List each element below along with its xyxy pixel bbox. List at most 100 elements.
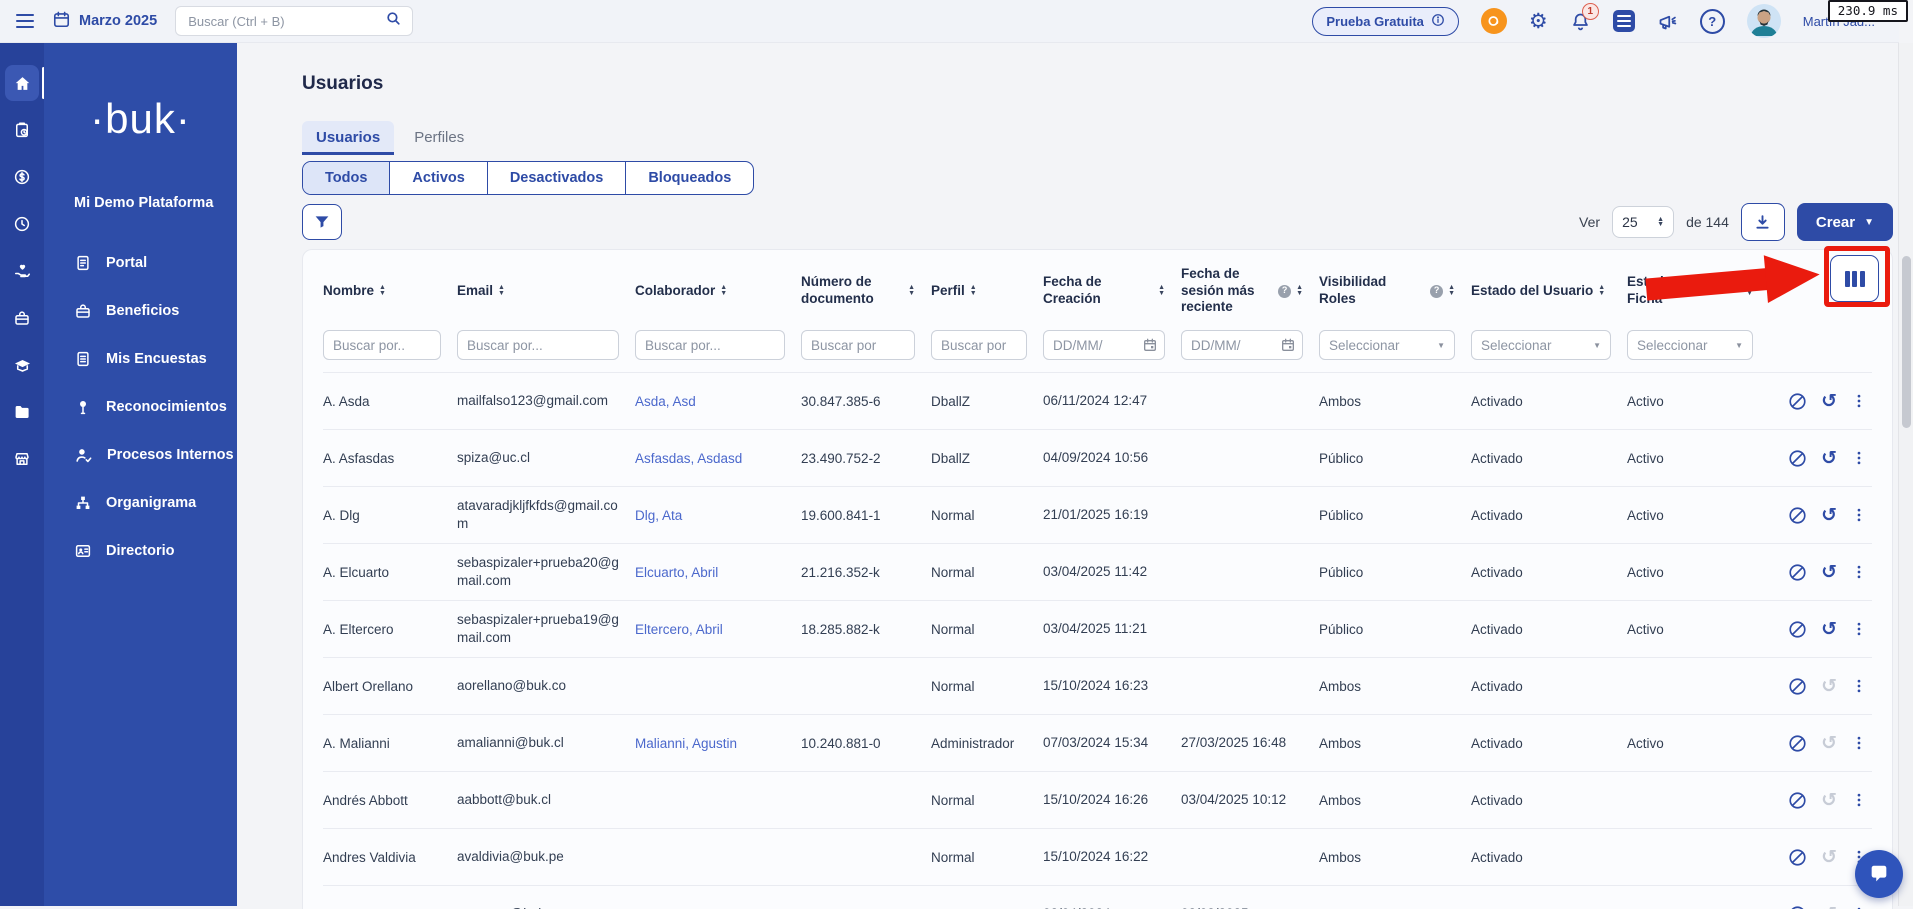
search-icon[interactable]: [385, 10, 402, 32]
period-selector[interactable]: Marzo 2025: [52, 10, 157, 33]
kebab-menu-icon[interactable]: [1850, 791, 1868, 809]
kebab-menu-icon[interactable]: [1850, 392, 1868, 410]
sort-icon[interactable]: ▲▼: [970, 285, 977, 297]
rail-item-store-icon[interactable]: [5, 441, 39, 477]
sidebar-item-beneficios[interactable]: Beneficios: [44, 287, 237, 335]
tab-perfiles[interactable]: Perfiles: [400, 121, 478, 155]
gear-icon[interactable]: ⚙: [1529, 11, 1548, 32]
kebab-menu-icon[interactable]: [1850, 563, 1868, 581]
sort-icon[interactable]: ▲▼: [720, 285, 727, 297]
collaborator-link[interactable]: Malianni, Agustin: [635, 736, 737, 751]
filter-select-estado_ficha[interactable]: Seleccionar ▼: [1627, 330, 1753, 360]
segment-desactivados[interactable]: Desactivados: [487, 162, 626, 194]
kebab-menu-icon[interactable]: [1850, 734, 1868, 752]
block-user-icon[interactable]: [1787, 448, 1808, 469]
block-user-icon[interactable]: [1787, 676, 1808, 697]
sort-icon[interactable]: ▲▼: [379, 285, 386, 297]
column-header-visibilidad[interactable]: Visibilidad Roles?▲▼: [1319, 274, 1455, 308]
block-user-icon[interactable]: [1787, 505, 1808, 526]
column-header-nombre[interactable]: Nombre▲▼: [323, 283, 441, 300]
column-header-perfil[interactable]: Perfil▲▼: [931, 283, 1027, 300]
block-user-icon[interactable]: [1787, 904, 1808, 909]
rail-item-hand-heart-icon[interactable]: [5, 253, 39, 289]
filter-input-perfil[interactable]: [931, 330, 1027, 360]
sort-icon[interactable]: ▲▼: [1598, 285, 1605, 297]
filter-input-documento[interactable]: [801, 330, 915, 360]
notifications-bell-icon[interactable]: 1: [1570, 11, 1591, 32]
collaborator-link[interactable]: Elcuarto, Abril: [635, 565, 718, 580]
kebab-menu-icon[interactable]: [1850, 677, 1868, 695]
sidebar-item-mis-encuestas[interactable]: Mis Encuestas: [44, 335, 237, 383]
collaborator-link[interactable]: Dlg, Ata: [635, 508, 682, 523]
trial-badge[interactable]: Prueba Gratuita: [1312, 7, 1459, 36]
collaborator-link[interactable]: Asfasdas, Asdasd: [635, 451, 742, 466]
column-settings-button[interactable]: [1830, 255, 1879, 302]
rail-item-education-icon[interactable]: [5, 347, 39, 383]
collaborator-link[interactable]: Asda, Asd: [635, 394, 696, 409]
block-user-icon[interactable]: [1787, 619, 1808, 640]
column-header-colaborador[interactable]: Colaborador▲▼: [635, 283, 785, 300]
changelog-icon[interactable]: [1613, 10, 1635, 32]
segment-todos[interactable]: Todos: [303, 162, 389, 194]
search-input[interactable]: [186, 13, 377, 30]
filter-input-nombre[interactable]: [323, 330, 441, 360]
rail-item-dollar-icon[interactable]: [5, 159, 39, 195]
column-header-estado_usuario[interactable]: Estado del Usuario▲▼: [1471, 283, 1611, 300]
column-header-email[interactable]: Email▲▼: [457, 283, 619, 300]
reset-password-icon[interactable]: ↺: [1821, 449, 1837, 468]
help-icon[interactable]: ?: [1700, 9, 1725, 34]
block-user-icon[interactable]: [1787, 562, 1808, 583]
hamburger-menu-icon[interactable]: [16, 14, 34, 29]
reset-password-icon[interactable]: ↺: [1821, 392, 1837, 411]
reset-password-icon[interactable]: ↺: [1821, 620, 1837, 639]
sidebar-item-reconocimientos[interactable]: Reconocimientos: [44, 383, 237, 431]
megaphone-icon[interactable]: [1657, 11, 1678, 32]
scrollbar-thumb[interactable]: [1902, 256, 1911, 428]
create-button[interactable]: Crear ▼: [1797, 203, 1893, 241]
tab-usuarios[interactable]: Usuarios: [302, 121, 394, 155]
rail-item-clock-icon[interactable]: [5, 206, 39, 242]
sort-icon[interactable]: ▲▼: [1158, 285, 1165, 297]
download-button[interactable]: [1741, 203, 1785, 241]
chat-bubble-button[interactable]: [1855, 850, 1903, 898]
assistant-icon[interactable]: [1481, 8, 1507, 34]
avatar[interactable]: [1747, 4, 1781, 38]
column-header-sesion[interactable]: Fecha de sesión más reciente?▲▼: [1181, 266, 1303, 317]
sort-icon[interactable]: ▲▼: [1448, 285, 1455, 297]
filter-input-colaborador[interactable]: [635, 330, 785, 360]
segment-activos[interactable]: Activos: [389, 162, 486, 194]
reset-password-icon[interactable]: ↺: [1821, 506, 1837, 525]
sort-icon[interactable]: ▲▼: [908, 285, 915, 297]
block-user-icon[interactable]: [1787, 391, 1808, 412]
global-search[interactable]: [175, 6, 413, 36]
rail-item-clipboard-clock-icon[interactable]: [5, 112, 39, 148]
scrollbar-track[interactable]: [1898, 43, 1913, 906]
filter-select-visibilidad[interactable]: Seleccionar ▼: [1319, 330, 1455, 360]
segment-bloqueados[interactable]: Bloqueados: [625, 162, 753, 194]
kebab-menu-icon[interactable]: [1850, 620, 1868, 638]
filter-select-estado_usuario[interactable]: Seleccionar ▼: [1471, 330, 1611, 360]
sort-icon[interactable]: ▲▼: [1296, 285, 1303, 297]
block-user-icon[interactable]: [1787, 733, 1808, 754]
sidebar-item-procesos-internos[interactable]: Procesos Internos: [44, 431, 237, 479]
rail-item-home-icon[interactable]: [5, 65, 39, 101]
sidebar-item-portal[interactable]: Portal: [44, 239, 237, 287]
filter-input-email[interactable]: [457, 330, 619, 360]
column-header-documento[interactable]: Número de documento▲▼: [801, 274, 915, 308]
sort-icon[interactable]: ▲▼: [498, 285, 505, 297]
reset-password-icon[interactable]: ↺: [1821, 563, 1837, 582]
block-user-icon[interactable]: [1787, 847, 1808, 868]
block-user-icon[interactable]: [1787, 790, 1808, 811]
kebab-menu-icon[interactable]: [1850, 449, 1868, 467]
sort-icon[interactable]: ▲▼: [1746, 285, 1753, 297]
collaborator-link[interactable]: Eltercero, Abril: [635, 622, 723, 637]
rail-item-folder-icon[interactable]: [5, 394, 39, 430]
column-header-estado_ficha[interactable]: Estado de la Ficha▲▼: [1627, 274, 1753, 308]
sidebar-item-organigrama[interactable]: Organigrama: [44, 479, 237, 527]
column-header-creacion[interactable]: Fecha de Creación▲▼: [1043, 274, 1165, 308]
sidebar-item-directorio[interactable]: Directorio: [44, 527, 237, 575]
page-size-select[interactable]: 25 ▲▼: [1612, 206, 1674, 238]
filter-button[interactable]: [302, 204, 342, 240]
rail-item-lunchbox-icon[interactable]: [5, 300, 39, 336]
kebab-menu-icon[interactable]: [1850, 506, 1868, 524]
